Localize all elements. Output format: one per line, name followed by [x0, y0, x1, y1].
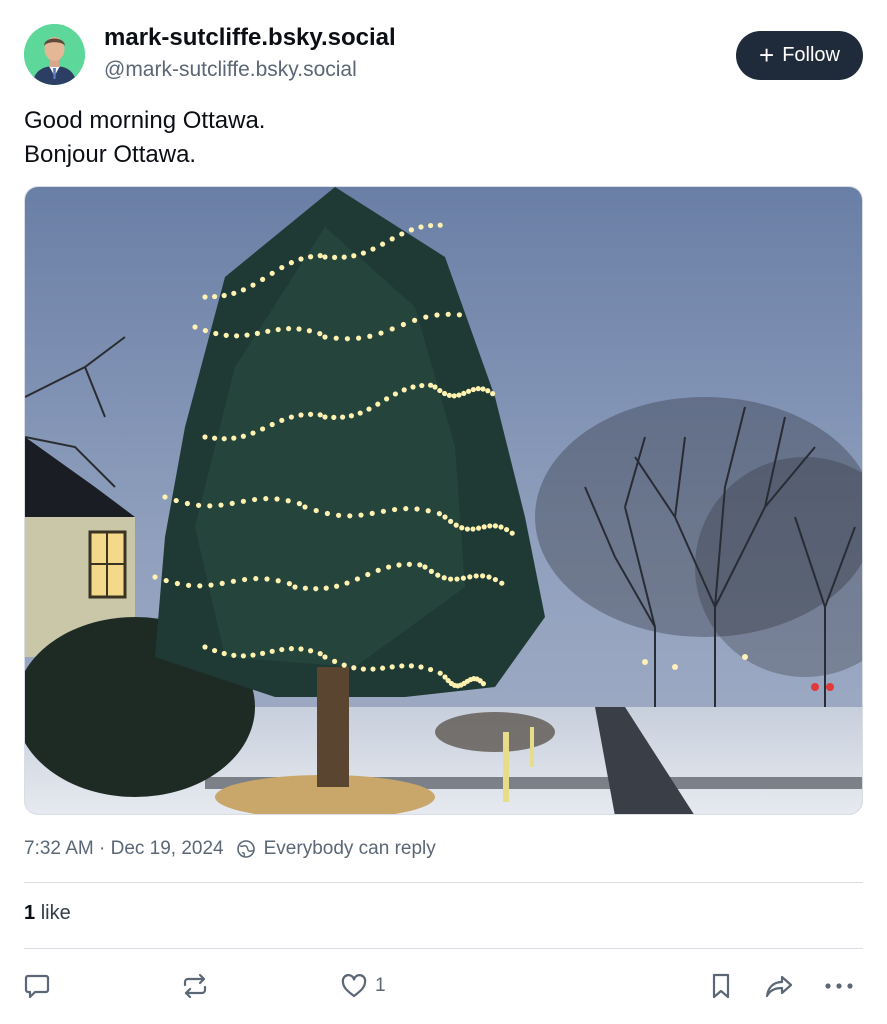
more-options-button[interactable] — [822, 968, 856, 1004]
post-text-line: Good morning Ottawa. — [24, 107, 266, 134]
ellipsis-icon — [825, 983, 853, 989]
plus-icon: + — [759, 39, 775, 70]
like-button[interactable]: 1 — [339, 968, 386, 1004]
heart-icon — [341, 974, 367, 998]
repost-icon — [183, 973, 207, 999]
like-count: 1 — [375, 975, 386, 996]
reply-setting[interactable]: Everybody can reply — [236, 838, 436, 860]
divider — [24, 882, 863, 883]
reply-button[interactable] — [22, 968, 52, 1004]
post-text: Good morning Ottawa. Bonjour Ottawa. — [24, 104, 265, 172]
speech-bubble-icon — [24, 974, 50, 999]
author-handle[interactable]: @mark-sutcliffe.bsky.social — [104, 58, 357, 82]
bookmark-icon — [712, 973, 730, 999]
likes-label: like — [40, 902, 71, 924]
likes-count[interactable]: 1 like — [24, 902, 71, 925]
avatar[interactable] — [24, 24, 85, 85]
post-timestamp[interactable]: 7:32 AM · Dec 19, 2024 — [24, 838, 224, 860]
bookmark-button[interactable] — [706, 968, 736, 1004]
repost-button[interactable] — [180, 968, 210, 1004]
globe-icon — [236, 840, 255, 858]
share-button[interactable] — [763, 968, 795, 1004]
follow-button[interactable]: + Follow — [736, 31, 863, 80]
divider — [24, 948, 863, 949]
reply-setting-label: Everybody can reply — [263, 838, 436, 859]
share-arrow-icon — [765, 975, 793, 998]
post-text-line: Bonjour Ottawa. — [24, 141, 197, 168]
likes-number: 1 — [24, 902, 36, 924]
author-display-name[interactable]: mark-sutcliffe.bsky.social — [104, 24, 396, 52]
post-meta: 7:32 AM · Dec 19, 2024 Everybody can rep… — [24, 838, 436, 860]
post-image[interactable] — [24, 186, 863, 815]
follow-button-label: Follow — [782, 44, 840, 66]
